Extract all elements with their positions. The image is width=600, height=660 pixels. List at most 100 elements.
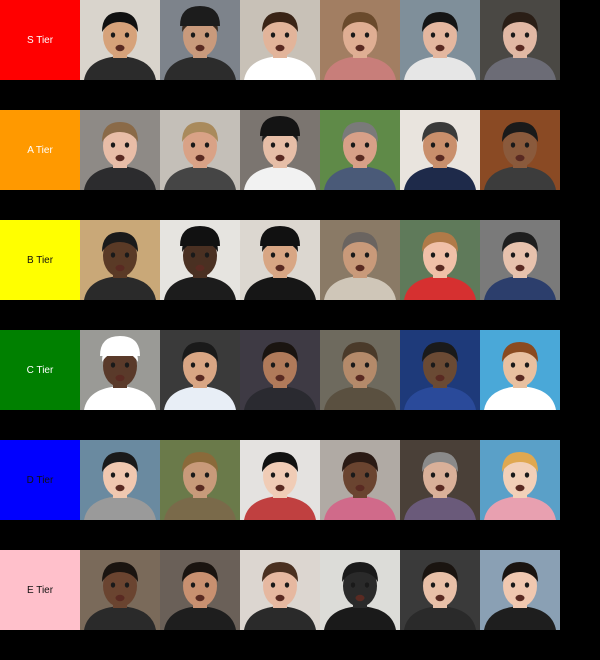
tier-items-b[interactable] — [80, 220, 560, 300]
tier-label-e[interactable]: E Tier — [0, 550, 80, 630]
portrait-eye-left — [350, 252, 356, 258]
portrait-eye-left — [270, 252, 276, 258]
tier-item-card[interactable] — [400, 220, 480, 300]
tier-item-card[interactable] — [80, 330, 160, 410]
tier-item-card[interactable] — [240, 440, 320, 520]
tier-item-card[interactable] — [400, 440, 480, 520]
portrait-thumbnail — [320, 110, 400, 190]
tier-label-d[interactable]: D Tier — [0, 440, 80, 520]
portrait-mouth — [115, 264, 125, 272]
tier-item-card[interactable] — [160, 440, 240, 520]
portrait-eye-right — [124, 582, 130, 588]
portrait-eye-right — [204, 252, 210, 258]
portrait-eye-left — [190, 252, 196, 258]
portrait-thumbnail — [320, 440, 400, 520]
portrait-eye-right — [284, 362, 290, 368]
portrait-eye-right — [124, 362, 130, 368]
tier-item-card[interactable] — [480, 550, 560, 630]
tier-item-card[interactable] — [480, 110, 560, 190]
tier-item-card[interactable] — [320, 0, 400, 80]
tier-items-a[interactable] — [80, 110, 560, 190]
portrait-eye-left — [350, 32, 356, 38]
portrait-mouth — [515, 154, 525, 162]
portrait-mouth — [355, 264, 365, 272]
portrait-eye-left — [270, 142, 276, 148]
portrait-eye-left — [350, 472, 356, 478]
tier-item-card[interactable] — [80, 220, 160, 300]
portrait-mouth — [355, 484, 365, 492]
tier-item-card[interactable] — [400, 550, 480, 630]
tier-item-card[interactable] — [480, 440, 560, 520]
tier-item-card[interactable] — [160, 550, 240, 630]
tier-item-card[interactable] — [80, 110, 160, 190]
portrait-eye-right — [444, 362, 450, 368]
tier-item-card[interactable] — [400, 110, 480, 190]
tier-item-card[interactable] — [240, 110, 320, 190]
portrait-mouth — [115, 484, 125, 492]
tier-item-card[interactable] — [480, 330, 560, 410]
tier-item-card[interactable] — [400, 330, 480, 410]
tier-items-d[interactable] — [80, 440, 560, 520]
portrait-thumbnail — [80, 220, 160, 300]
portrait-eye-right — [204, 582, 210, 588]
tier-item-card[interactable] — [160, 330, 240, 410]
portrait-eye-left — [110, 32, 116, 38]
tier-item-card[interactable] — [480, 220, 560, 300]
tier-item-card[interactable] — [320, 440, 400, 520]
portrait-thumbnail — [240, 110, 320, 190]
tier-item-card[interactable] — [480, 0, 560, 80]
tier-item-card[interactable] — [240, 330, 320, 410]
portrait-eye-right — [124, 142, 130, 148]
tier-item-card[interactable] — [320, 330, 400, 410]
tier-label-a[interactable]: A Tier — [0, 110, 80, 190]
tier-item-card[interactable] — [160, 220, 240, 300]
portrait-thumbnail — [480, 330, 560, 410]
portrait-thumbnail — [240, 330, 320, 410]
portrait-mouth — [275, 594, 285, 602]
tier-items-s[interactable] — [80, 0, 560, 80]
portrait-thumbnail — [160, 550, 240, 630]
tier-item-card[interactable] — [80, 0, 160, 80]
portrait-eye-left — [430, 142, 436, 148]
portrait-eye-right — [204, 472, 210, 478]
tier-row-s: S Tier — [0, 0, 560, 80]
portrait-eye-left — [350, 362, 356, 368]
tier-item-card[interactable] — [160, 110, 240, 190]
portrait-thumbnail — [400, 0, 480, 80]
tier-item-card[interactable] — [400, 0, 480, 80]
tier-item-card[interactable] — [80, 550, 160, 630]
tier-item-card[interactable] — [240, 0, 320, 80]
portrait-thumbnail — [80, 330, 160, 410]
portrait-thumbnail — [80, 0, 160, 80]
tier-item-card[interactable] — [240, 550, 320, 630]
portrait-eye-left — [110, 472, 116, 478]
portrait-eye-left — [270, 472, 276, 478]
tier-items-c[interactable] — [80, 330, 560, 410]
portrait-thumbnail — [80, 440, 160, 520]
portrait-thumbnail — [480, 550, 560, 630]
portrait-eye-left — [430, 472, 436, 478]
tier-item-card[interactable] — [160, 0, 240, 80]
tier-row-b: B Tier — [0, 220, 560, 300]
portrait-eye-left — [510, 252, 516, 258]
tier-item-card[interactable] — [320, 110, 400, 190]
tier-label-c[interactable]: C Tier — [0, 330, 80, 410]
tier-item-card[interactable] — [240, 220, 320, 300]
portrait-eye-left — [190, 142, 196, 148]
portrait-mouth — [435, 44, 445, 52]
tier-item-card[interactable] — [320, 220, 400, 300]
tier-label-s[interactable]: S Tier — [0, 0, 80, 80]
tier-item-card[interactable] — [80, 440, 160, 520]
tier-row-c: C Tier — [0, 330, 560, 410]
portrait-thumbnail — [480, 440, 560, 520]
tier-item-card[interactable] — [320, 550, 400, 630]
portrait-mouth — [115, 154, 125, 162]
portrait-eye-right — [524, 142, 530, 148]
portrait-thumbnail — [160, 330, 240, 410]
tier-label-b[interactable]: B Tier — [0, 220, 80, 300]
portrait-thumbnail — [320, 550, 400, 630]
portrait-thumbnail — [480, 220, 560, 300]
tier-items-e[interactable] — [80, 550, 560, 630]
portrait-mouth — [195, 594, 205, 602]
portrait-mouth — [435, 264, 445, 272]
